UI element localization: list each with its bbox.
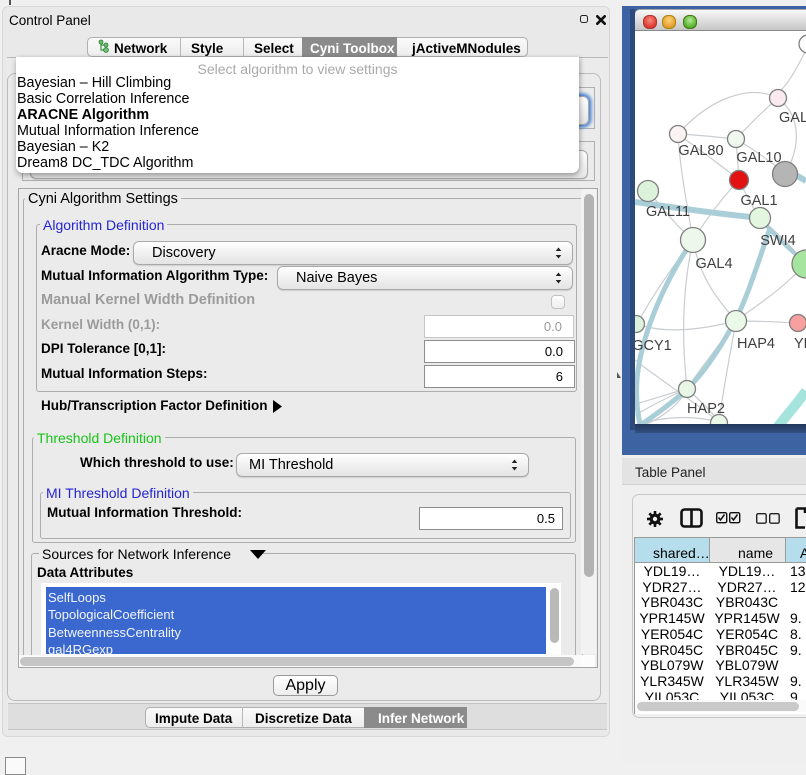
svg-text:GAL1: GAL1 [740, 193, 777, 209]
svg-text:GAL4: GAL4 [695, 256, 732, 272]
svg-text:GAL10: GAL10 [736, 150, 781, 166]
svg-text:GAL11: GAL11 [646, 204, 690, 220]
svg-text:HAP4: HAP4 [737, 336, 775, 352]
svg-text:GAL80: GAL80 [678, 143, 723, 159]
svg-text:GAL7: GAL7 [779, 110, 806, 126]
svg-text:HAP2: HAP2 [687, 401, 725, 417]
svg-text:YM: YM [794, 336, 806, 352]
svg-text:GCY1: GCY1 [635, 338, 672, 354]
svg-text:SWI4: SWI4 [760, 233, 795, 249]
